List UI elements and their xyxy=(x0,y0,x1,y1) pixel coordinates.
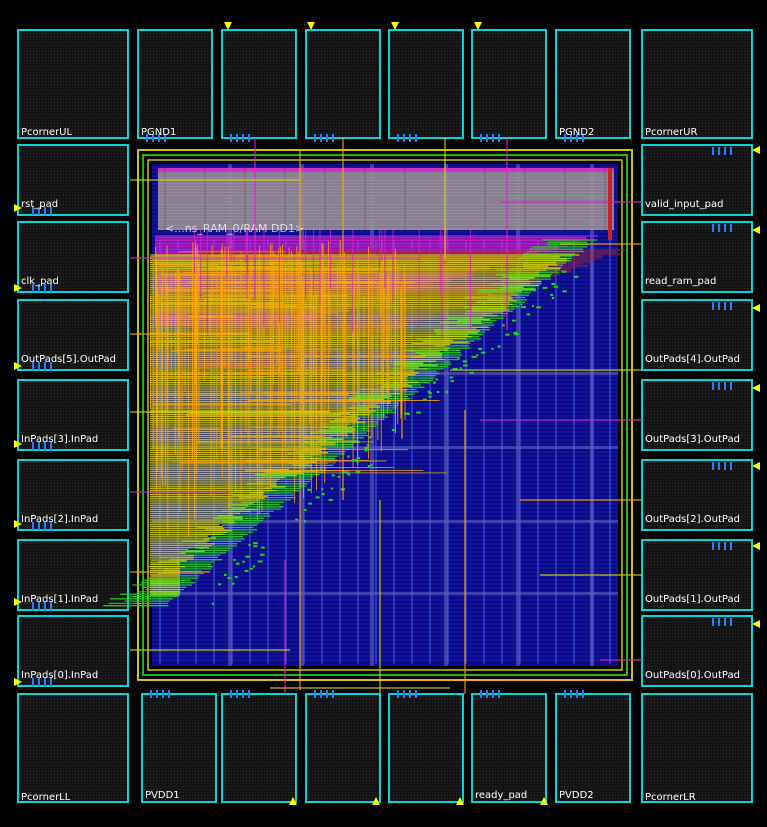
left-pad-5: InPads[1].InPad xyxy=(17,539,129,611)
right-pad-label-4: OutPads[2].OutPad xyxy=(645,514,740,525)
right-pad-label-1: read_ram_pad xyxy=(645,276,716,287)
ram-macro-label: <...ns_RAM_0/RAM DD1> xyxy=(165,222,304,235)
left-pad-3: InPads[3].InPad xyxy=(17,379,129,451)
right-pad-6: OutPads[0].OutPad xyxy=(641,615,753,687)
top-pad-label-0: PGND1 xyxy=(141,127,176,138)
corner-label-ll: PcornerLL xyxy=(21,792,71,803)
top-pad-1 xyxy=(221,29,297,142)
left-pad-label-5: InPads[1].InPad xyxy=(21,594,98,605)
corner-pad-ul: PcornerUL xyxy=(17,29,129,139)
right-pad-label-3: OutPads[3].OutPad xyxy=(645,434,740,445)
bottom-pad-label-0: PVDD1 xyxy=(145,790,180,801)
left-pad-0: rst_pad xyxy=(17,144,129,216)
left-pad-1: clk_pad xyxy=(17,221,129,293)
left-pad-label-3: InPads[3].InPad xyxy=(21,434,98,445)
top-pad-4 xyxy=(471,29,547,142)
left-pad-2: OutPads[5].OutPad xyxy=(17,299,129,371)
top-pad-3 xyxy=(388,29,464,142)
right-pad-label-6: OutPads[0].OutPad xyxy=(645,670,740,681)
bottom-pad-1 xyxy=(221,690,297,803)
right-pad-label-0: valid_input_pad xyxy=(645,199,724,210)
right-pad-3: OutPads[3].OutPad xyxy=(641,379,753,451)
right-pad-label-5: OutPads[1].OutPad xyxy=(645,594,740,605)
left-pad-6: InPads[0].InPad xyxy=(17,615,129,687)
right-pad-0: valid_input_pad xyxy=(641,144,753,216)
top-pad-5: PGND2 xyxy=(555,29,631,142)
left-pad-label-1: clk_pad xyxy=(21,276,59,287)
bottom-pad-label-4: ready_pad xyxy=(475,790,527,801)
bottom-pad-5: PVDD2 xyxy=(555,690,631,803)
bottom-pad-4: ready_pad xyxy=(471,690,547,803)
corner-label-ur: PcornerUR xyxy=(645,127,698,138)
corner-label-lr: PcornerLR xyxy=(645,792,696,803)
chip-layout: PcornerUL PcornerUR PcornerLL PcornerLR … xyxy=(0,0,767,827)
right-pad-4: OutPads[2].OutPad xyxy=(641,459,753,531)
corner-label-ul: PcornerUL xyxy=(21,127,73,138)
corner-pad-lr: PcornerLR xyxy=(641,693,753,803)
left-pad-label-4: InPads[2].InPad xyxy=(21,514,98,525)
top-pad-0: PGND1 xyxy=(137,29,213,142)
bottom-pad-2 xyxy=(305,690,381,803)
top-pad-label-5: PGND2 xyxy=(559,127,594,138)
bottom-pad-3 xyxy=(388,690,464,803)
left-pad-label-0: rst_pad xyxy=(21,199,58,210)
corner-pad-ur: PcornerUR xyxy=(641,29,753,139)
right-pad-1: read_ram_pad xyxy=(641,221,753,293)
top-pad-2 xyxy=(305,29,381,142)
bottom-pad-label-5: PVDD2 xyxy=(559,790,594,801)
left-pad-4: InPads[2].InPad xyxy=(17,459,129,531)
right-pad-2: OutPads[4].OutPad xyxy=(641,299,753,371)
right-pad-5: OutPads[1].OutPad xyxy=(641,539,753,611)
power-strap xyxy=(608,168,612,240)
right-pad-label-2: OutPads[4].OutPad xyxy=(645,354,740,365)
bottom-pad-0: PVDD1 xyxy=(141,690,217,803)
corner-pad-ll: PcornerLL xyxy=(17,693,129,803)
left-pad-label-2: OutPads[5].OutPad xyxy=(21,354,116,365)
left-pad-label-6: InPads[0].InPad xyxy=(21,670,98,681)
